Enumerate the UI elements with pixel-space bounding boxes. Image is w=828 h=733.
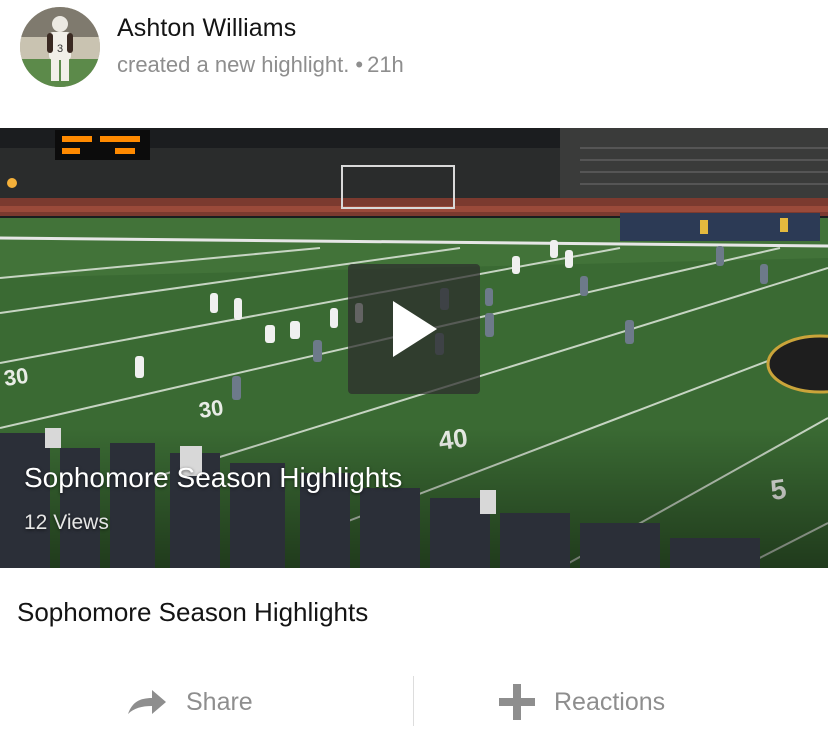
reactions-button[interactable]: Reactions: [498, 676, 665, 728]
scoreboard: [55, 130, 150, 160]
play-button[interactable]: [348, 264, 480, 394]
timestamp[interactable]: 21h: [367, 52, 404, 77]
share-label: Share: [186, 687, 253, 716]
post-actions: Share Reactions: [0, 676, 828, 728]
plus-icon: [498, 683, 536, 721]
post-title: Sophomore Season Highlights: [17, 597, 369, 627]
yard-number: 30: [2, 363, 30, 391]
avatar-photo: 3: [20, 7, 100, 87]
play-icon: [393, 301, 437, 357]
action-text: created a new highlight.: [117, 52, 350, 77]
video-overlay-title: Sophomore Season Highlights: [24, 462, 403, 493]
share-button[interactable]: Share: [126, 676, 253, 728]
actions-divider: [413, 676, 414, 726]
yard-number: 30: [197, 395, 225, 423]
avatar[interactable]: 3: [20, 7, 100, 87]
share-arrow-icon: [126, 688, 168, 716]
post-meta: created a new highlight. • 21h: [117, 52, 404, 78]
post-header: 3 Ashton Williams created a new highligh…: [0, 0, 828, 128]
video-player[interactable]: 30 30 40 5: [0, 128, 828, 568]
avatar-jersey-number: 3: [57, 43, 63, 55]
reactions-label: Reactions: [554, 687, 666, 716]
meta-separator: •: [355, 52, 364, 77]
author-name[interactable]: Ashton Williams: [117, 14, 296, 43]
video-view-count: 12 Views: [24, 511, 109, 534]
